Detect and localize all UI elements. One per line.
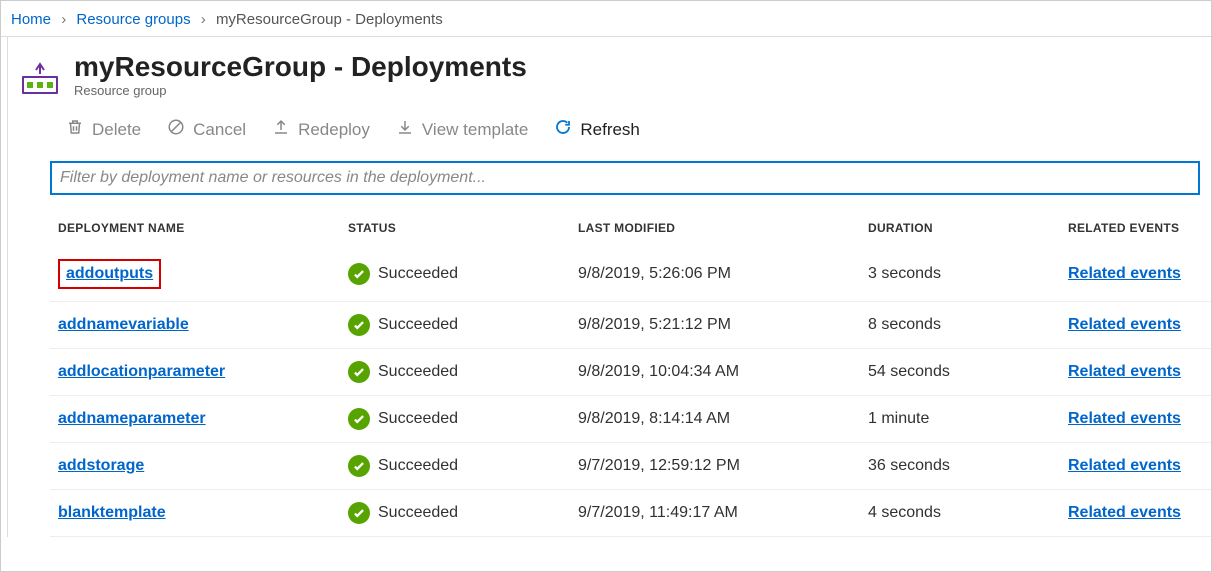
table-row: blanktemplate Succeeded 9/7/2019, 11:49:17… — [50, 490, 1211, 537]
deployment-name-link[interactable]: addoutputs — [58, 259, 161, 289]
col-status[interactable]: STATUS — [348, 221, 578, 235]
success-icon — [348, 263, 370, 285]
related-events-link[interactable]: Related events — [1068, 504, 1181, 521]
status-cell: Succeeded — [348, 455, 578, 477]
deployment-name-link[interactable]: blanktemplate — [58, 504, 166, 521]
duration-cell: 54 seconds — [868, 363, 1068, 381]
last-modified-cell: 9/8/2019, 10:04:34 AM — [578, 363, 868, 381]
breadcrumb: Home › Resource groups › myResourceGroup… — [1, 1, 1211, 37]
duration-cell: 36 seconds — [868, 457, 1068, 475]
success-icon — [348, 502, 370, 524]
breadcrumb-resource-groups[interactable]: Resource groups — [76, 11, 190, 28]
trash-icon — [66, 118, 84, 141]
duration-cell: 1 minute — [868, 410, 1068, 428]
page-header: myResourceGroup - Deployments Resource g… — [7, 37, 1211, 106]
refresh-icon — [554, 118, 572, 141]
col-last-modified[interactable]: LAST MODIFIED — [578, 221, 868, 235]
download-icon — [396, 118, 414, 141]
success-icon — [348, 408, 370, 430]
breadcrumb-home[interactable]: Home — [11, 11, 51, 28]
delete-button[interactable]: Delete — [66, 118, 141, 141]
status-text: Succeeded — [378, 457, 458, 475]
table-row: addoutputs Succeeded 9/8/2019, 5:26:06 PM3… — [50, 247, 1211, 302]
delete-label: Delete — [92, 120, 141, 140]
page-subtitle: Resource group — [74, 83, 527, 98]
last-modified-cell: 9/7/2019, 11:49:17 AM — [578, 504, 868, 522]
status-cell: Succeeded — [348, 263, 578, 285]
chevron-right-icon: › — [55, 11, 72, 28]
duration-cell: 3 seconds — [868, 265, 1068, 283]
deployment-name-link[interactable]: addstorage — [58, 457, 144, 474]
status-text: Succeeded — [378, 363, 458, 381]
cancel-icon — [167, 118, 185, 141]
view-template-button[interactable]: View template — [396, 118, 528, 141]
success-icon — [348, 455, 370, 477]
page-title: myResourceGroup - Deployments — [74, 51, 527, 83]
upload-icon — [272, 118, 290, 141]
table-row: addnamevariable Succeeded 9/8/2019, 5:21:1… — [50, 302, 1211, 349]
related-events-link[interactable]: Related events — [1068, 363, 1181, 380]
deployment-name-link[interactable]: addnamevariable — [58, 316, 189, 333]
redeploy-button[interactable]: Redeploy — [272, 118, 370, 141]
col-duration[interactable]: DURATION — [868, 221, 1068, 235]
status-text: Succeeded — [378, 316, 458, 334]
success-icon — [348, 314, 370, 336]
status-cell: Succeeded — [348, 408, 578, 430]
table-row: addlocationparameter Succeeded 9/8/2019, 1… — [50, 349, 1211, 396]
success-icon — [348, 361, 370, 383]
last-modified-cell: 9/8/2019, 5:21:12 PM — [578, 316, 868, 334]
col-related[interactable]: RELATED EVENTS — [1068, 221, 1212, 235]
chevron-right-icon: › — [195, 11, 212, 28]
col-name[interactable]: DEPLOYMENT NAME — [58, 221, 348, 235]
table-header: DEPLOYMENT NAME STATUS LAST MODIFIED DUR… — [50, 207, 1211, 247]
last-modified-cell: 9/8/2019, 5:26:06 PM — [578, 265, 868, 283]
filter-wrap — [7, 157, 1211, 199]
status-text: Succeeded — [378, 504, 458, 522]
redeploy-label: Redeploy — [298, 120, 370, 140]
refresh-button[interactable]: Refresh — [554, 118, 640, 141]
status-cell: Succeeded — [348, 314, 578, 336]
deployments-table: DEPLOYMENT NAME STATUS LAST MODIFIED DUR… — [7, 199, 1211, 537]
status-text: Succeeded — [378, 265, 458, 283]
filter-input[interactable] — [50, 161, 1200, 195]
status-cell: Succeeded — [348, 502, 578, 524]
related-events-link[interactable]: Related events — [1068, 457, 1181, 474]
deployment-name-link[interactable]: addlocationparameter — [58, 363, 225, 380]
table-row: addnameparameter Succeeded 9/8/2019, 8:14:… — [50, 396, 1211, 443]
breadcrumb-current: myResourceGroup - Deployments — [216, 11, 443, 28]
related-events-link[interactable]: Related events — [1068, 316, 1181, 333]
last-modified-cell: 9/7/2019, 12:59:12 PM — [578, 457, 868, 475]
duration-cell: 8 seconds — [868, 316, 1068, 334]
refresh-label: Refresh — [580, 120, 640, 140]
cancel-label: Cancel — [193, 120, 246, 140]
status-text: Succeeded — [378, 410, 458, 428]
related-events-link[interactable]: Related events — [1068, 410, 1181, 427]
resource-group-icon — [18, 63, 62, 95]
last-modified-cell: 9/8/2019, 8:14:14 AM — [578, 410, 868, 428]
duration-cell: 4 seconds — [868, 504, 1068, 522]
related-events-link[interactable]: Related events — [1068, 265, 1181, 282]
toolbar: Delete Cancel Redeploy View template Ref… — [7, 106, 1211, 157]
view-template-label: View template — [422, 120, 528, 140]
cancel-button[interactable]: Cancel — [167, 118, 246, 141]
deployment-name-link[interactable]: addnameparameter — [58, 410, 206, 427]
status-cell: Succeeded — [348, 361, 578, 383]
table-row: addstorage Succeeded 9/7/2019, 12:59:12 PM… — [50, 443, 1211, 490]
